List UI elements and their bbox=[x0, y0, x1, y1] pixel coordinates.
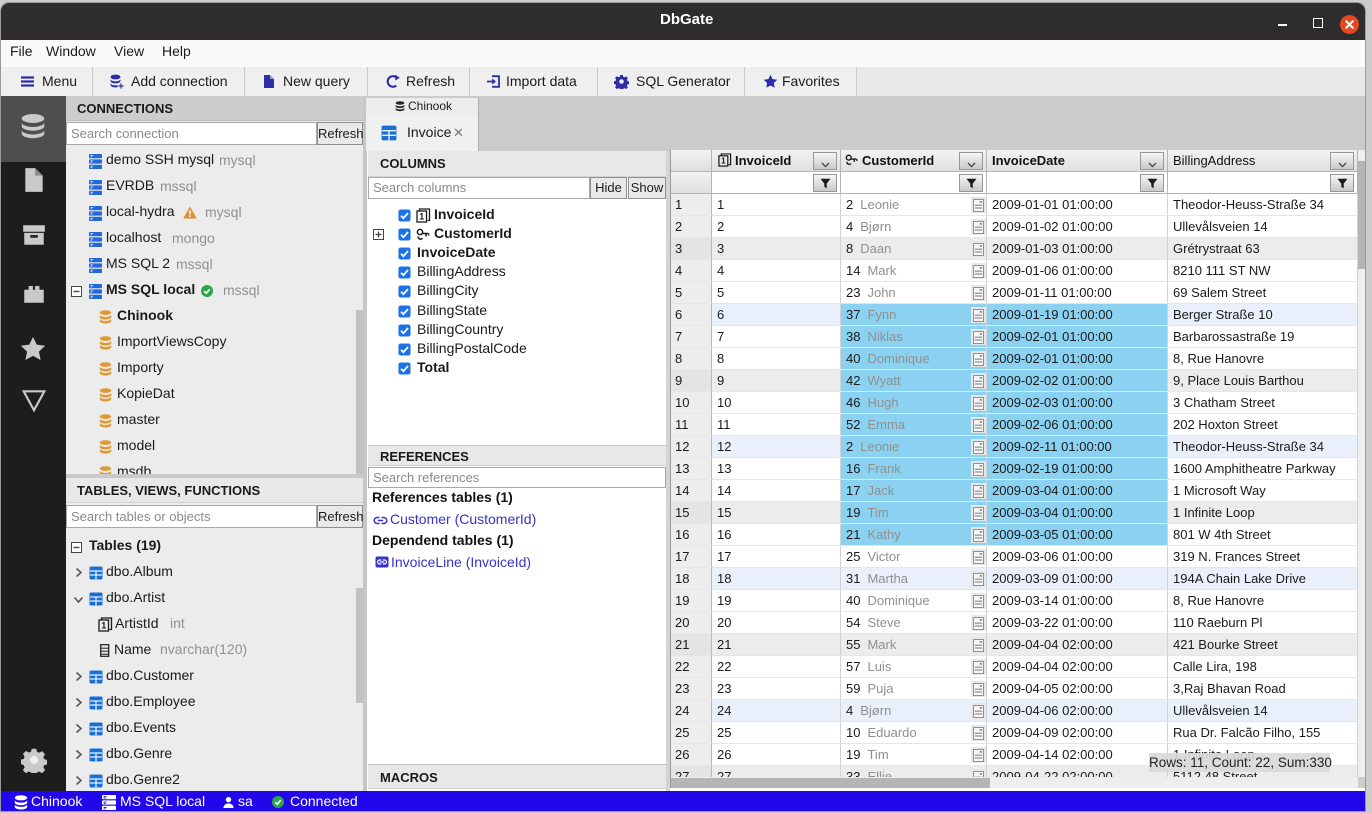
svg-text:1: 1 bbox=[721, 156, 726, 166]
svg-text:1: 1 bbox=[419, 212, 424, 222]
svg-text:1: 1 bbox=[101, 621, 106, 631]
